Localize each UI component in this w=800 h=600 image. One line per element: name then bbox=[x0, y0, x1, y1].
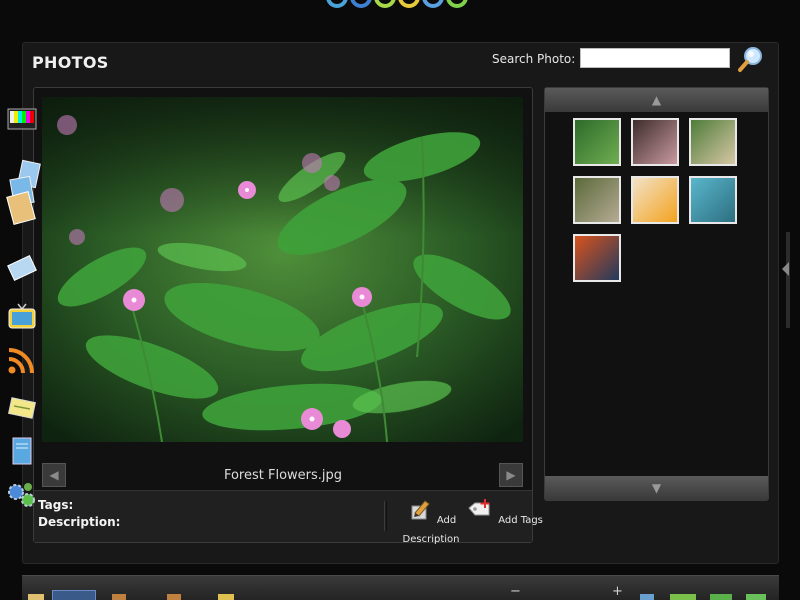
next-photo-button[interactable]: ▶ bbox=[499, 463, 523, 487]
tags-label: Tags: bbox=[38, 498, 74, 512]
notepad-icon bbox=[8, 397, 36, 419]
share-icon[interactable] bbox=[710, 594, 732, 600]
dock-rss[interactable] bbox=[6, 346, 38, 376]
page-title: PHOTOS bbox=[32, 53, 109, 72]
photo-filename: Forest Flowers.jpg bbox=[223, 468, 343, 483]
zoom-out-icon[interactable]: − bbox=[510, 584, 521, 599]
tulips-thumb[interactable] bbox=[631, 176, 679, 224]
mail-icon[interactable] bbox=[670, 594, 696, 600]
dock-notes[interactable] bbox=[6, 392, 38, 422]
dock-documents[interactable] bbox=[6, 436, 38, 466]
magnifier-icon bbox=[738, 47, 762, 72]
star-icon[interactable] bbox=[218, 594, 234, 600]
dock-settings[interactable] bbox=[6, 480, 38, 510]
tv-icon bbox=[8, 303, 36, 329]
album-icon[interactable] bbox=[167, 594, 181, 600]
add-tags-button[interactable]: Add Tags bbox=[464, 499, 546, 527]
sunset-lake-thumb[interactable] bbox=[573, 234, 621, 282]
print-icon[interactable] bbox=[746, 594, 766, 600]
document-icon bbox=[12, 437, 32, 465]
triangle-right-icon: ▶ bbox=[506, 468, 516, 482]
triangle-down-icon: ▼ bbox=[651, 481, 662, 495]
scroll-up-button[interactable]: ▲ bbox=[545, 88, 768, 112]
dock-tv-test-pattern[interactable] bbox=[6, 106, 38, 136]
logo-ring-icon bbox=[398, 0, 420, 8]
filmstrip-view-tab[interactable] bbox=[52, 590, 96, 600]
rock-garden-thumb[interactable] bbox=[573, 176, 621, 224]
export-icon[interactable] bbox=[640, 594, 654, 600]
logo-ring-icon bbox=[326, 0, 348, 8]
left-dock bbox=[6, 106, 42, 516]
add-description-button[interactable]: Add Description bbox=[390, 499, 472, 546]
dock-tv[interactable] bbox=[6, 302, 38, 332]
card-icon bbox=[7, 255, 37, 281]
test-pattern-icon bbox=[7, 108, 37, 130]
green-fern-thumb[interactable] bbox=[573, 118, 621, 166]
description-label: Description: bbox=[38, 515, 121, 529]
logo-ring-icon bbox=[446, 0, 468, 8]
sea-turtle-thumb[interactable] bbox=[689, 176, 737, 224]
rss-icon bbox=[8, 348, 34, 374]
forest-flowers-image bbox=[42, 97, 523, 442]
thumbnail-panel: ▲ ▼ bbox=[544, 87, 769, 501]
dock-cards[interactable] bbox=[6, 254, 38, 284]
search-input[interactable] bbox=[580, 48, 730, 68]
tag-plus-icon bbox=[468, 499, 490, 516]
photo-meta-bar: Tags: Description: Add Description Add T… bbox=[34, 490, 543, 545]
photo-stack-icon bbox=[6, 159, 41, 225]
logo-ring-icon bbox=[374, 0, 396, 8]
triangle-up-icon: ▲ bbox=[651, 93, 662, 107]
expand-handle-icon[interactable] bbox=[782, 262, 789, 276]
pink-blossom-thumb[interactable] bbox=[631, 118, 679, 166]
scroll-down-button[interactable]: ▼ bbox=[545, 476, 768, 500]
logo-ring-icon bbox=[422, 0, 444, 8]
add-tags-label: Add Tags bbox=[498, 515, 543, 526]
folder-icon[interactable] bbox=[112, 594, 126, 600]
app-logo bbox=[326, 0, 476, 8]
thumbnail-grid bbox=[573, 118, 743, 282]
zoom-in-icon[interactable]: + bbox=[612, 584, 623, 599]
edge-rail bbox=[786, 232, 790, 328]
pencil-note-icon bbox=[411, 500, 430, 520]
bottom-toolbar: − + bbox=[22, 575, 779, 600]
photo-viewer: ◀ Forest Flowers.jpg ▶ Tags: Description… bbox=[33, 87, 543, 545]
grid-view-icon[interactable] bbox=[28, 594, 44, 600]
search-button[interactable] bbox=[737, 45, 765, 73]
search-label: Search Photo: bbox=[492, 52, 576, 66]
dock-photos[interactable] bbox=[6, 158, 41, 228]
garden-house-thumb[interactable] bbox=[689, 118, 737, 166]
logo-ring-icon bbox=[350, 0, 372, 8]
current-photo[interactable] bbox=[42, 97, 523, 442]
gears-icon bbox=[8, 483, 35, 507]
divider bbox=[384, 501, 387, 531]
photos-panel: PHOTOS Search Photo: ◀ Forest Flowers.jp… bbox=[22, 42, 779, 564]
